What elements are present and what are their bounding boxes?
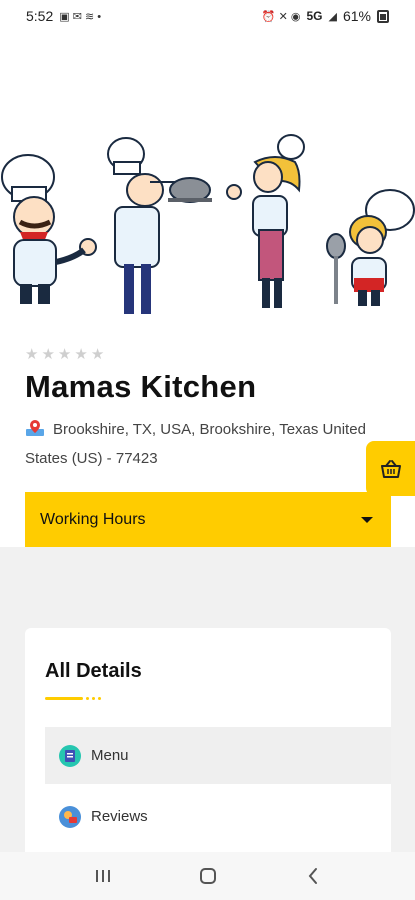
menu-book-icon (59, 744, 81, 767)
chef-left (1, 154, 97, 304)
title-underline (45, 697, 101, 700)
star-icon: ★ (25, 346, 39, 363)
status-bar: 5:52 ▣ ✉ ≋ • ⏰ ✕ ◉ 5G ◢ 61% (0, 0, 415, 32)
details-card: All Details Menu Reviews (25, 628, 391, 868)
chef-woman (226, 134, 305, 308)
restaurant-name: Mamas Kitchen (25, 369, 257, 404)
system-nav-bar (0, 852, 415, 900)
status-right: ⏰ ✕ ◉ 5G ◢ 61% (262, 8, 389, 24)
recent-apps-button[interactable] (83, 861, 123, 891)
details-item-reviews[interactable]: Reviews (45, 788, 391, 845)
back-button[interactable] (293, 861, 333, 891)
recent-apps-icon (95, 870, 110, 882)
working-hours-dropdown[interactable]: Working Hours (25, 492, 391, 547)
chefs-illustration (1, 134, 415, 314)
signal-icon: ◢ (328, 10, 337, 23)
star-icon: ★ (90, 346, 105, 363)
working-hours-label: Working Hours (40, 510, 146, 528)
underline-bar (45, 697, 83, 700)
menu-label: Menu (91, 747, 129, 764)
status-time: 5:52 (26, 8, 54, 24)
cart-button[interactable] (366, 441, 415, 496)
chef-tall (107, 137, 212, 314)
back-icon (308, 868, 317, 884)
battery-percent: 61% (342, 8, 371, 24)
underline-dot (92, 697, 95, 700)
notification-icons: ▣ ✉ ≋ • (59, 10, 102, 23)
system-icons: ⏰ ✕ ◉ (261, 10, 301, 23)
battery-icon (377, 9, 389, 23)
restaurant-address: Brookshire, TX, USA, Brookshire, Texas U… (25, 415, 397, 473)
network-label: 5G (306, 9, 323, 23)
basket-icon (380, 459, 401, 478)
caret-down-icon (361, 516, 373, 523)
star-icon: ★ (57, 346, 72, 363)
location-pin-icon (26, 420, 44, 436)
chef-girl (326, 189, 415, 306)
address-text: Brookshire, TX, USA, Brookshire, Texas U… (25, 421, 366, 467)
home-button[interactable] (188, 861, 228, 891)
status-left: 5:52 ▣ ✉ ≋ • (26, 8, 101, 24)
underline-dot (86, 697, 89, 700)
star-icon: ★ (41, 346, 55, 363)
star-icon: ★ (74, 346, 88, 363)
reviews-icon (59, 805, 81, 828)
details-item-menu[interactable]: Menu (45, 727, 391, 784)
home-icon (199, 868, 216, 884)
reviews-label: Reviews (91, 808, 148, 825)
underline-dot (98, 697, 101, 700)
rating-stars: ★ ★ ★ ★ ★ (25, 347, 104, 362)
details-title: All Details (45, 660, 142, 682)
